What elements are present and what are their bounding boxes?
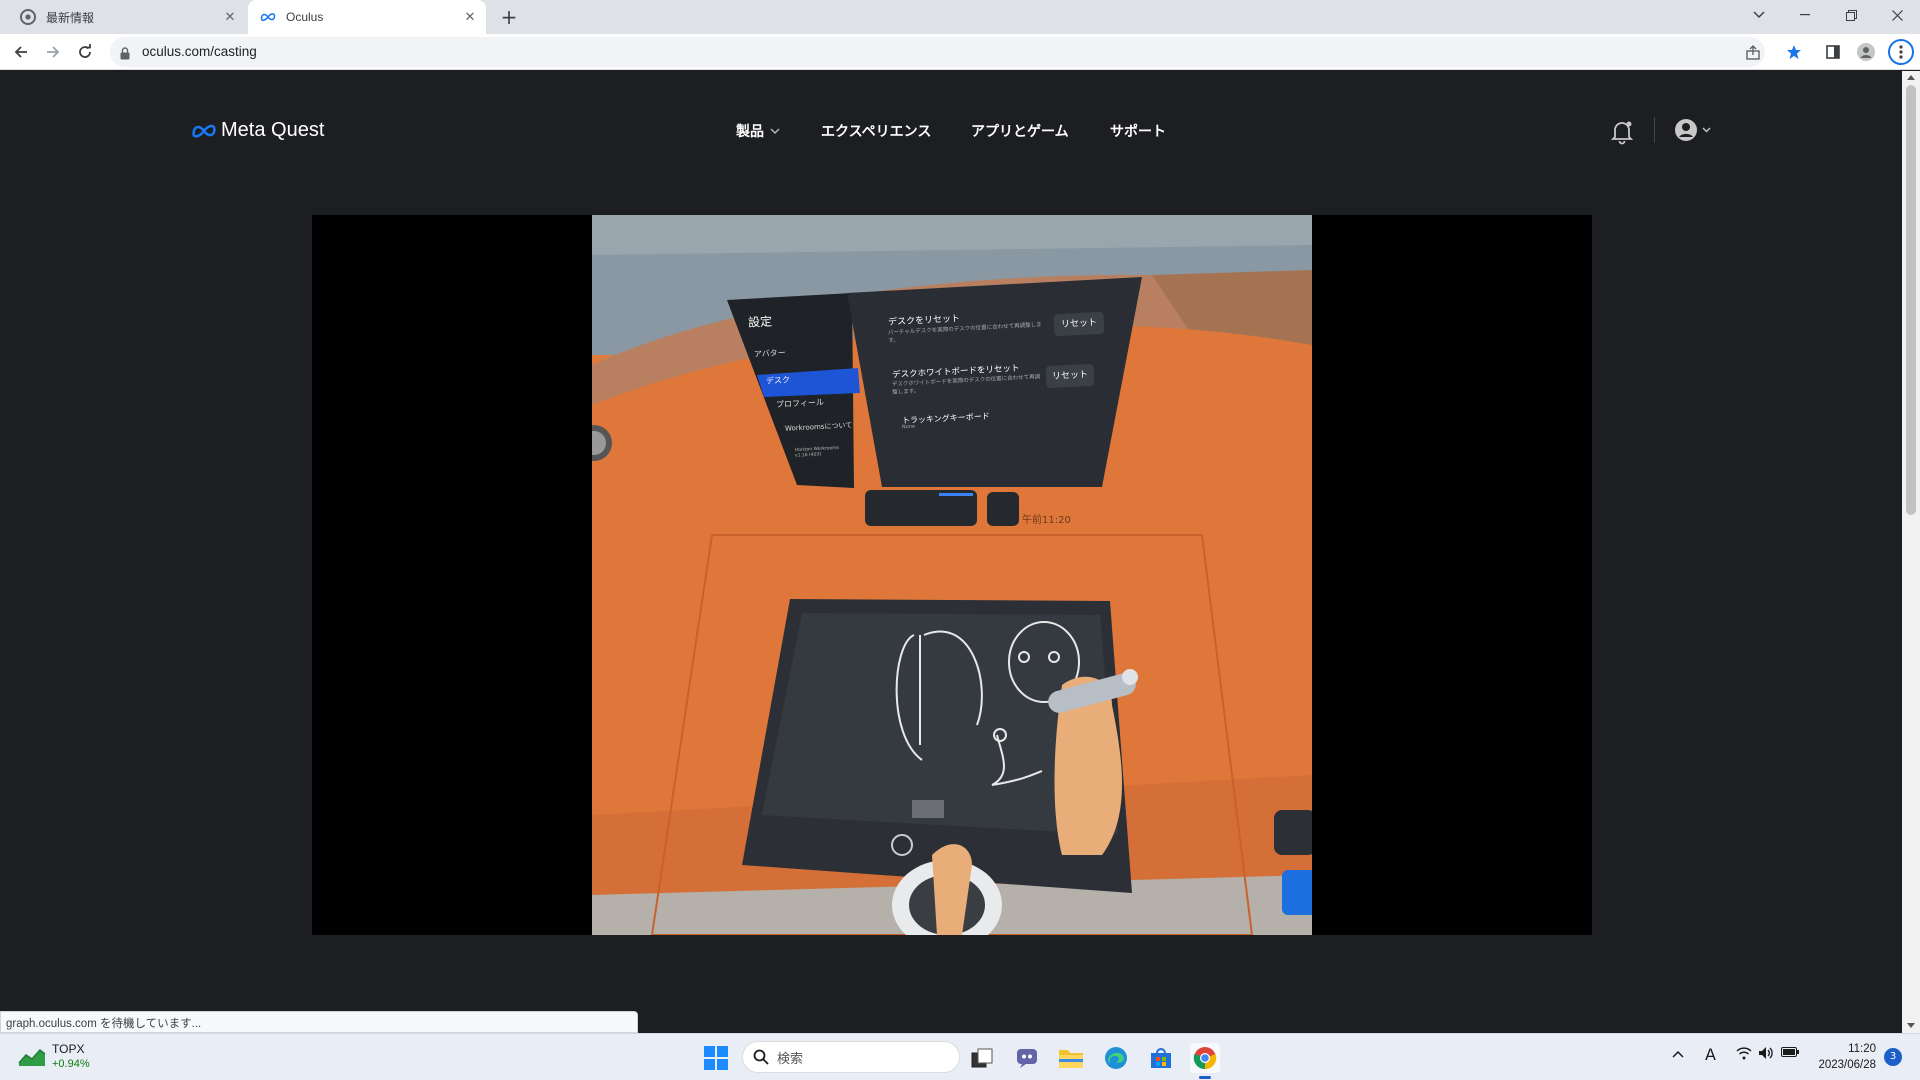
edge-browser-icon[interactable] (1101, 1043, 1131, 1073)
notification-bell-icon[interactable] (1610, 119, 1634, 149)
active-app-indicator (1199, 1076, 1211, 1079)
chrome-taskbar-icon[interactable] (1190, 1043, 1220, 1079)
address-bar[interactable]: oculus.com/casting (110, 37, 1765, 67)
tab-search-chevron-icon[interactable] (1736, 0, 1782, 30)
teams-chat-icon[interactable] (1012, 1043, 1042, 1073)
close-tab-icon[interactable]: ✕ (462, 9, 478, 25)
nav-products[interactable]: 製品 (736, 121, 780, 141)
reload-button[interactable] (73, 40, 97, 64)
vr-reset-whiteboard-button: リセット (1045, 363, 1095, 389)
taskbar-search[interactable]: 検索 (742, 1041, 960, 1073)
url-text: oculus.com/casting (142, 44, 257, 59)
scroll-up-icon[interactable] (1907, 75, 1915, 80)
chrome-menu-icon[interactable] (1888, 39, 1914, 65)
back-button[interactable] (9, 40, 33, 64)
search-label: 検索 (777, 1050, 804, 1066)
stock-chart-icon (18, 1048, 46, 1066)
vr-cast-view: 設定 アバター デスク プロフィール Workroomsについて Horizon… (592, 215, 1312, 935)
nav-products-label: 製品 (736, 124, 764, 140)
search-icon (753, 1049, 769, 1065)
tab-title: 最新情報 (46, 10, 95, 25)
forward-button[interactable] (41, 40, 65, 64)
file-explorer-icon[interactable] (1056, 1043, 1086, 1073)
clock-date: 2023/06/28 (1818, 1059, 1876, 1071)
minimize-button[interactable] (1782, 0, 1828, 30)
nav-experience-label: エクスペリエンス (821, 124, 932, 140)
chrome-favicon-icon (20, 9, 36, 25)
close-window-button[interactable] (1874, 0, 1920, 30)
vr-menu-desk: デスク (765, 375, 791, 386)
meta-logo-icon (192, 124, 216, 138)
nav-apps-games-label: アプリとゲーム (971, 124, 1069, 140)
new-tab-button[interactable]: + (498, 7, 520, 29)
account-avatar-icon (1675, 119, 1697, 141)
vr-setting-desc: None (901, 423, 916, 431)
browser-toolbar: oculus.com/casting (0, 34, 1920, 70)
stock-widget[interactable]: TOPX +0.94% (18, 1042, 90, 1072)
tab-oculus[interactable]: Oculus ✕ (248, 0, 486, 34)
meta-quest-logo[interactable]: Meta Quest (191, 119, 324, 142)
windows-logo-icon (704, 1046, 728, 1070)
battery-icon[interactable] (1781, 1046, 1799, 1062)
chevron-down-icon (770, 128, 780, 134)
vr-dock-time: 午前11:20 (1022, 515, 1071, 526)
tab-news[interactable]: 最新情報 ✕ (8, 0, 246, 34)
task-view-icon[interactable] (967, 1043, 997, 1073)
start-button[interactable] (701, 1043, 731, 1073)
vr-reset-desk-button: リセット (1053, 311, 1105, 337)
header-divider (1654, 117, 1655, 143)
page-scrollbar[interactable] (1902, 71, 1920, 1033)
stock-change: +0.94% (52, 1058, 90, 1070)
ime-indicator[interactable]: A (1705, 1045, 1716, 1064)
share-icon[interactable] (1745, 45, 1763, 63)
taskbar-clock[interactable]: 11:20 2023/06/28 (1810, 1041, 1876, 1073)
nav-support-label: サポート (1110, 124, 1166, 140)
logo-text: Meta Quest (221, 119, 325, 141)
vr-settings-title: 設定 (747, 314, 773, 330)
side-panel-icon[interactable] (1823, 42, 1843, 62)
status-bubble: graph.oculus.com を待機しています... (0, 1011, 638, 1033)
volume-icon[interactable] (1758, 1046, 1774, 1064)
tab-title: Oculus (286, 10, 324, 24)
clock-time: 11:20 (1848, 1043, 1876, 1055)
tab-strip: 最新情報 ✕ Oculus ✕ + (0, 0, 1920, 34)
cast-video-player[interactable]: 設定 アバター デスク プロフィール Workroomsについて Horizon… (312, 215, 1592, 935)
show-hidden-icons-chevron-icon[interactable] (1672, 1046, 1684, 1062)
scrollbar-thumb[interactable] (1906, 85, 1916, 515)
bookmark-star-icon[interactable] (1784, 42, 1804, 62)
meta-favicon-icon (260, 9, 276, 25)
restore-button[interactable] (1828, 0, 1874, 30)
oculus-casting-page: Meta Quest 製品 エクスペリエンス アプリとゲーム サポート 設定 ア… (0, 71, 1902, 1033)
profile-icon[interactable] (1856, 42, 1876, 62)
windows-taskbar: TOPX +0.94% 検索 A 11:20 2023/06/28 3 (0, 1033, 1920, 1080)
lock-icon[interactable] (120, 45, 130, 64)
stock-name: TOPX (52, 1042, 85, 1056)
vr-menu-avatar: アバター (753, 348, 786, 359)
close-tab-icon[interactable]: ✕ (222, 9, 238, 25)
nav-apps-games[interactable]: アプリとゲーム (971, 121, 1069, 141)
nav-experience[interactable]: エクスペリエンス (821, 121, 931, 141)
microsoft-store-icon[interactable] (1146, 1043, 1176, 1073)
nav-support[interactable]: サポート (1110, 121, 1166, 141)
account-menu[interactable] (1674, 118, 1711, 142)
notification-count-badge[interactable]: 3 (1884, 1048, 1902, 1066)
chevron-down-icon (1702, 127, 1711, 133)
wifi-icon[interactable] (1736, 1046, 1752, 1064)
scroll-down-icon[interactable] (1907, 1023, 1915, 1028)
